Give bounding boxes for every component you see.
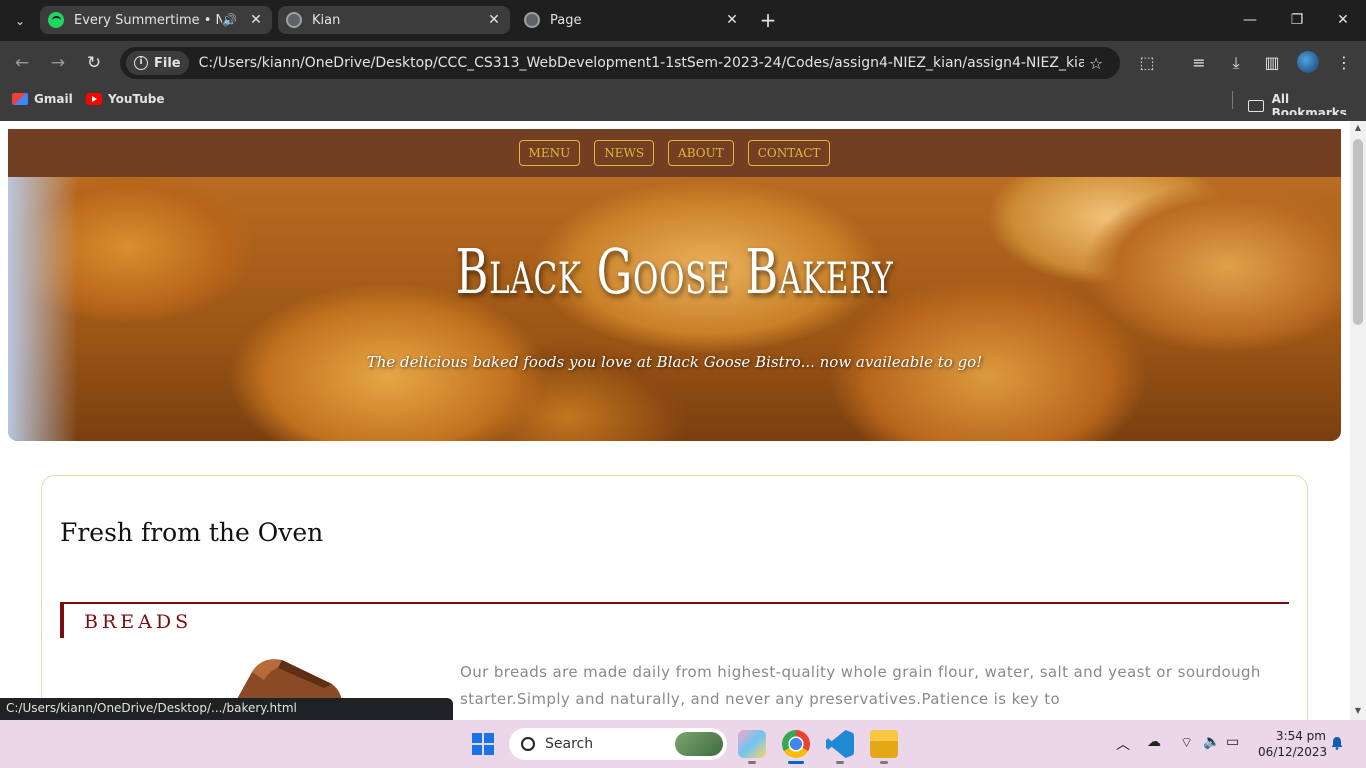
breads-heading-bar: BREADS — [60, 602, 1289, 638]
chrome-app-icon[interactable] — [782, 730, 810, 758]
paint-running-indicator — [748, 761, 756, 764]
gmail-icon — [12, 93, 28, 105]
nav-menu-link[interactable]: MENU — [518, 140, 581, 166]
minimize-icon[interactable]: — — [1240, 10, 1260, 30]
scroll-up-icon[interactable]: ▲ — [1353, 123, 1363, 133]
search-icon — [521, 737, 535, 751]
nav-contact-link[interactable]: CONTACT — [747, 140, 831, 166]
tab-title: Every Summertime • NIKI — [74, 12, 222, 28]
folder-icon — [1248, 100, 1264, 112]
clock-date: 06/12/2023 — [1258, 745, 1328, 759]
site-navbar: MENU NEWS ABOUT CONTACT — [8, 129, 1341, 177]
bookmark-gmail[interactable]: Gmail — [12, 92, 73, 106]
tab-title: Kian — [312, 12, 341, 28]
bookmark-youtube[interactable]: YouTube — [86, 92, 165, 106]
spotify-icon — [48, 12, 64, 28]
onedrive-cloud-icon[interactable]: ☁ — [1147, 734, 1161, 750]
forward-icon[interactable]: → — [46, 52, 70, 74]
site-title: Black Goose Bakery — [455, 235, 894, 308]
menu-kebab-icon[interactable]: ⋮ — [1333, 52, 1355, 74]
close-tab-icon[interactable]: ✕ — [248, 12, 264, 28]
back-icon[interactable]: ← — [10, 52, 34, 74]
scroll-thumb[interactable] — [1353, 139, 1363, 325]
scheme-label: File — [154, 55, 181, 71]
content-card: Fresh from the Oven BREADS Our breads ar… — [41, 475, 1308, 720]
tab-strip: ⌄ Every Summertime • NIKI 🔊 ✕ Kian ✕ Pag… — [0, 0, 1366, 41]
nav-news-link[interactable]: NEWS — [594, 140, 655, 166]
link-status-bubble: C:/Users/kiann/OneDrive/Desktop/.../bake… — [0, 698, 453, 720]
section-title: Fresh from the Oven — [60, 518, 324, 547]
site-tagline: The delicious baked foods you love at Bl… — [366, 353, 983, 371]
hero-background-light — [8, 177, 78, 441]
wifi-icon[interactable]: ⌔ — [1180, 734, 1193, 752]
scroll-down-icon[interactable]: ▼ — [1353, 706, 1363, 716]
taskbar-clock[interactable]: 3:54 pm 06/12/2023 — [1258, 728, 1328, 760]
reload-icon[interactable]: ↻ — [82, 52, 106, 74]
bookmark-star-icon[interactable]: ☆ — [1084, 54, 1108, 73]
page-viewport: MENU NEWS ABOUT CONTACT Black Goose Bake… — [0, 121, 1350, 720]
breads-description: Our breads are made daily from highest-q… — [460, 663, 1261, 708]
show-hidden-icons-chevron-icon[interactable]: ︿ — [1116, 734, 1130, 754]
taskbar-search[interactable]: Search — [509, 728, 727, 760]
windows-start-icon[interactable] — [472, 733, 494, 755]
tab-title: Page — [550, 12, 582, 28]
youtube-icon — [86, 93, 102, 105]
globe-icon — [524, 12, 540, 28]
hero-banner-croissants: Black Goose Bakery The delicious baked f… — [8, 177, 1341, 441]
notification-bell-icon[interactable] — [1330, 736, 1344, 750]
bookmarks-bar: Gmail YouTube All Bookmarks — [0, 85, 1366, 120]
tab-search-chevron-icon[interactable]: ⌄ — [10, 11, 30, 31]
new-tab-icon[interactable]: + — [758, 10, 778, 30]
search-placeholder: Search — [545, 736, 594, 752]
clock-time: 3:54 pm — [1275, 729, 1326, 743]
tab-kian[interactable]: Kian ✕ — [278, 6, 510, 34]
battery-icon[interactable]: ▭ — [1226, 734, 1239, 750]
extensions-icon[interactable]: ⬚ — [1136, 52, 1158, 74]
file-explorer-icon[interactable] — [870, 730, 898, 758]
tab-page-active[interactable]: Page ✕ — [516, 6, 748, 34]
breads-heading: BREADS — [84, 611, 193, 633]
bookmark-label: YouTube — [108, 92, 165, 106]
bookmarks-divider — [1232, 91, 1233, 109]
url-text[interactable]: C:/Users/kiann/OneDrive/Desktop/CCC_CS31… — [199, 55, 1084, 71]
explorer-running-indicator — [880, 761, 888, 764]
side-panel-icon[interactable]: ▥ — [1261, 52, 1283, 74]
profile-avatar[interactable] — [1297, 51, 1319, 73]
browser-toolbar: ← → ↻ i File C:/Users/kiann/OneDrive/Des… — [0, 41, 1366, 85]
restore-icon[interactable]: ❐ — [1287, 10, 1307, 30]
bookmark-label: Gmail — [34, 92, 73, 106]
speaker-icon[interactable]: 🔊 — [222, 13, 240, 27]
search-highlight-art — [675, 732, 723, 756]
page-scrollbar[interactable]: ▲ ▼ — [1350, 121, 1366, 720]
media-control-icon[interactable]: ≡ — [1188, 52, 1210, 74]
close-tab-icon[interactable]: ✕ — [486, 12, 502, 28]
globe-icon — [286, 12, 302, 28]
nav-about-link[interactable]: ABOUT — [668, 140, 734, 166]
chrome-active-indicator — [788, 761, 804, 764]
close-window-icon[interactable]: ✕ — [1333, 10, 1353, 30]
volume-icon[interactable]: 🔈 — [1203, 734, 1220, 750]
download-icon[interactable]: ⤓ — [1225, 52, 1247, 74]
site-info-chip[interactable]: i File — [126, 51, 189, 75]
vscode-running-indicator — [836, 761, 844, 764]
close-tab-icon[interactable]: ✕ — [724, 12, 740, 28]
paint-app-icon[interactable] — [738, 730, 766, 758]
tab-spotify[interactable]: Every Summertime • NIKI 🔊 ✕ — [40, 6, 272, 34]
address-bar[interactable]: i File C:/Users/kiann/OneDrive/Desktop/C… — [120, 47, 1120, 79]
info-icon: i — [134, 56, 148, 70]
